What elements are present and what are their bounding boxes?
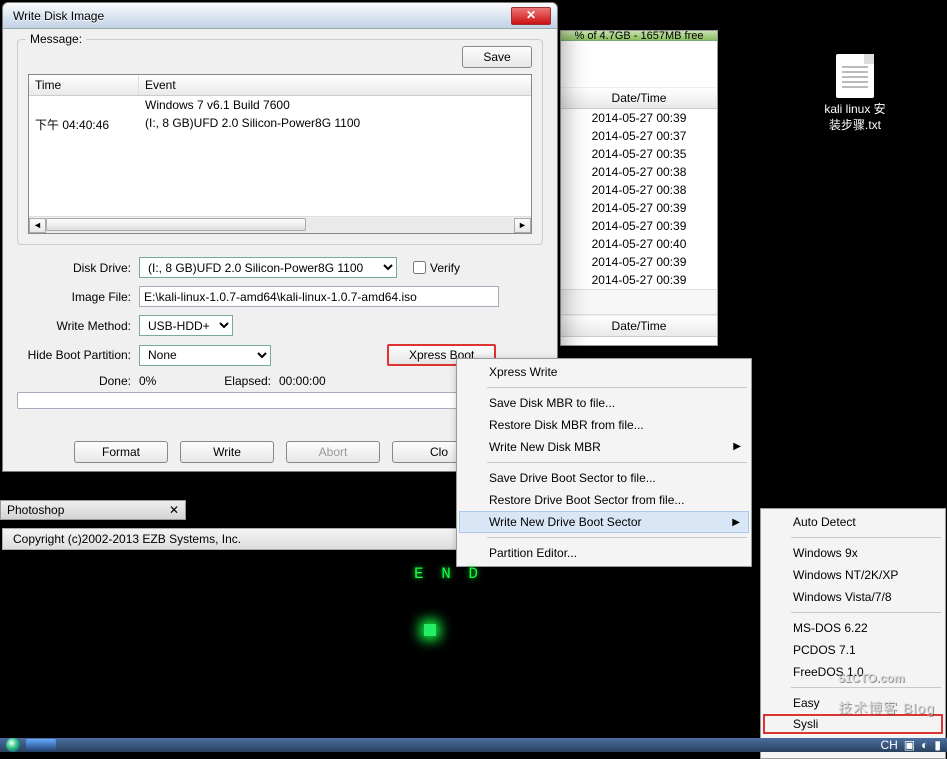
xpress-boot-menu[interactable]: Xpress WriteSave Disk MBR to file...Rest… <box>456 358 752 567</box>
submenu-arrow-icon: ▶ <box>733 441 741 452</box>
write-button[interactable]: Write <box>180 441 274 463</box>
log-row[interactable]: 下午 04:40:46(I:, 8 GB)UFD 2.0 Silicon-Pow… <box>29 114 531 135</box>
abort-button[interactable]: Abort <box>286 441 380 463</box>
image-file-input[interactable] <box>139 286 499 307</box>
photoshop-label: Photoshop <box>7 503 64 517</box>
menu-item[interactable]: Write New Drive Boot Sector▶ <box>459 511 749 533</box>
menu-separator <box>791 537 941 538</box>
log-row[interactable]: Windows 7 v6.1 Build 7600 <box>29 96 531 114</box>
message-group: Message: Save Time Event Windows 7 v6.1 … <box>17 39 543 245</box>
file-row[interactable]: 2014-05-27 00:38 <box>561 181 717 199</box>
save-button[interactable]: Save <box>462 46 532 68</box>
menu-separator <box>791 612 941 613</box>
submenu-item[interactable]: Auto Detect <box>763 511 943 533</box>
verify-checkbox[interactable] <box>413 261 426 274</box>
tray-icon[interactable]: ▮ <box>934 738 941 752</box>
wallpaper-end-text: E N D <box>414 565 482 583</box>
message-log: Time Event Windows 7 v6.1 Build 7600下午 0… <box>28 74 532 234</box>
elapsed-label: Elapsed: <box>219 374 279 388</box>
menu-item[interactable]: Save Disk MBR to file... <box>459 392 749 414</box>
menu-item[interactable]: Restore Drive Boot Sector from file... <box>459 489 749 511</box>
write-method-label: Write Method: <box>17 319 139 333</box>
scroll-right-icon[interactable]: ► <box>514 218 531 233</box>
disk-space-bar: % of 4.7GB - 1657MB free <box>561 31 717 41</box>
window-title: Write Disk Image <box>9 9 511 23</box>
text-file-icon <box>836 54 874 98</box>
file-row[interactable]: 2014-05-27 00:39 <box>561 253 717 271</box>
ime-indicator[interactable]: CH <box>880 738 897 752</box>
tray-icon[interactable]: ◐ <box>921 738 928 752</box>
file-row[interactable]: 2014-05-27 00:39 <box>561 217 717 235</box>
file-row[interactable]: 2014-05-27 00:39 <box>561 199 717 217</box>
menu-item[interactable]: Save Drive Boot Sector to file... <box>459 467 749 489</box>
format-button[interactable]: Format <box>74 441 168 463</box>
menu-separator <box>487 462 747 463</box>
wallpaper-glow-dot <box>424 624 436 636</box>
hide-boot-select[interactable]: None <box>139 345 271 366</box>
status-left: Copyright (c)2002-2013 EZB Systems, Inc. <box>13 532 241 546</box>
log-col-event[interactable]: Event <box>139 75 531 95</box>
desktop-file-icon[interactable]: kali linux 安装步骤.txt <box>810 54 900 133</box>
submenu-item[interactable]: Windows 9x <box>763 542 943 564</box>
file-row[interactable]: 2014-05-27 00:39 <box>561 271 717 289</box>
column-header-datetime[interactable]: Date/Time <box>561 87 717 109</box>
submenu-item[interactable]: Windows NT/2K/XP <box>763 564 943 586</box>
tray-icon[interactable]: ▣ <box>904 738 915 752</box>
file-row[interactable]: 2014-05-27 00:38 <box>561 163 717 181</box>
background-file-list: % of 4.7GB - 1657MB free Date/Time 2014-… <box>560 30 718 346</box>
menu-separator <box>487 537 747 538</box>
verify-checkbox-wrap[interactable]: Verify <box>413 261 460 275</box>
column-header-datetime-2[interactable]: Date/Time <box>561 315 717 337</box>
submenu-item[interactable]: MS-DOS 6.22 <box>763 617 943 639</box>
title-bar: Write Disk Image ✕ <box>3 3 557 29</box>
taskbar-item[interactable] <box>26 739 56 751</box>
log-col-time[interactable]: Time <box>29 75 139 95</box>
boot-sector-submenu[interactable]: Auto Detect Windows 9xWindows NT/2K/XPWin… <box>760 508 946 759</box>
elapsed-value: 00:00:00 <box>279 374 359 388</box>
file-row[interactable]: 2014-05-27 00:39 <box>561 109 717 127</box>
done-value: 0% <box>139 374 219 388</box>
system-tray[interactable]: CH ▣ ◐ ▮ <box>880 738 941 752</box>
file-row[interactable]: 2014-05-27 00:40 <box>561 235 717 253</box>
hide-boot-label: Hide Boot Partition: <box>17 348 139 362</box>
message-legend: Message: <box>26 32 86 46</box>
taskbar[interactable]: CH ▣ ◐ ▮ <box>0 738 947 752</box>
menu-separator <box>487 387 747 388</box>
scroll-left-icon[interactable]: ◄ <box>29 218 46 233</box>
submenu-item[interactable]: Windows Vista/7/8 <box>763 586 943 608</box>
menu-item[interactable]: Xpress Write <box>459 361 749 383</box>
file-row[interactable]: 2014-05-27 00:35 <box>561 145 717 163</box>
menu-item[interactable]: Restore Disk MBR from file... <box>459 414 749 436</box>
log-hscrollbar[interactable]: ◄ ► <box>29 216 531 233</box>
write-method-select[interactable]: USB-HDD+ <box>139 315 233 336</box>
menu-item[interactable]: Partition Editor... <box>459 542 749 564</box>
menu-item[interactable]: Write New Disk MBR▶ <box>459 436 749 458</box>
disk-drive-select[interactable]: (I:, 8 GB)UFD 2.0 Silicon-Power8G 1100 <box>139 257 397 278</box>
photoshop-close-icon[interactable]: ✕ <box>169 503 179 517</box>
verify-label: Verify <box>430 261 460 275</box>
disk-drive-label: Disk Drive: <box>17 261 139 275</box>
image-file-label: Image File: <box>17 290 139 304</box>
close-button[interactable]: ✕ <box>511 7 551 25</box>
scroll-thumb[interactable] <box>46 218 306 231</box>
file-row[interactable]: 2014-05-27 00:37 <box>561 127 717 145</box>
submenu-arrow-icon: ▶ <box>732 517 740 528</box>
done-label: Done: <box>17 374 139 388</box>
photoshop-minimized-bar[interactable]: Photoshop ✕ <box>0 500 186 520</box>
start-orb-icon[interactable] <box>6 738 20 752</box>
watermark: 51CTO.com技术博客 Blog <box>838 658 935 720</box>
